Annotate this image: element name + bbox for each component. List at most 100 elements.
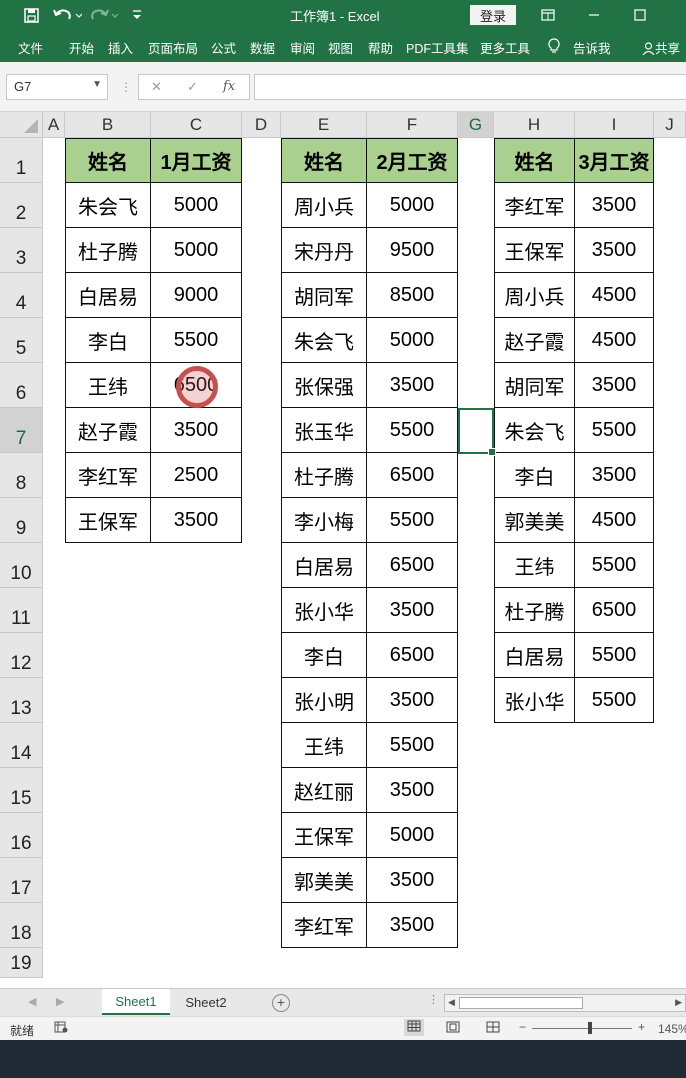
feb-value-cell[interactable]: 5500: [367, 408, 458, 453]
tab-help[interactable]: 帮助: [368, 38, 393, 57]
mar-value-cell[interactable]: 4500: [575, 318, 654, 363]
column-header-g[interactable]: G: [458, 112, 494, 138]
column-header-h[interactable]: H: [494, 112, 575, 138]
page-break-view-icon[interactable]: [486, 1021, 500, 1036]
feb-value-cell[interactable]: 8500: [367, 273, 458, 318]
tab-insert[interactable]: 插入: [108, 38, 133, 57]
zoom-slider[interactable]: [532, 1028, 632, 1029]
feb-value-cell[interactable]: 3500: [367, 678, 458, 723]
add-sheet-icon[interactable]: +: [272, 994, 290, 1012]
mar-name-cell[interactable]: 李红军: [494, 183, 575, 228]
redo-icon[interactable]: [88, 4, 122, 26]
login-button[interactable]: 登录: [470, 5, 516, 25]
row-header-2[interactable]: 2: [0, 183, 43, 228]
row-header-5[interactable]: 5: [0, 318, 43, 363]
jan-value-cell[interactable]: 5500: [151, 318, 242, 363]
feb-name-cell[interactable]: 张小明: [281, 678, 367, 723]
mar-name-cell[interactable]: 周小兵: [494, 273, 575, 318]
mar-name-cell[interactable]: 白居易: [494, 633, 575, 678]
jan-value-cell[interactable]: 5000: [151, 183, 242, 228]
row-header-8[interactable]: 8: [0, 453, 43, 498]
feb-name-cell[interactable]: 赵红丽: [281, 768, 367, 813]
tab-review[interactable]: 审阅: [290, 38, 315, 57]
jan-value-cell[interactable]: 9000: [151, 273, 242, 318]
lightbulb-icon[interactable]: [548, 38, 560, 56]
row-header-4[interactable]: 4: [0, 273, 43, 318]
mar-value-cell[interactable]: 3500: [575, 228, 654, 273]
jan-name-cell[interactable]: 李白: [65, 318, 151, 363]
share-button[interactable]: 共享: [642, 38, 680, 58]
mar-value-cell[interactable]: 6500: [575, 588, 654, 633]
worksheet-grid[interactable]: A B C D E F G H I J 1 2 3 4 5 6 7 8 9 10 11 12 13 14 15 16 17 18 19 姓…: [0, 112, 686, 988]
formula-input[interactable]: [254, 74, 686, 100]
feb-name-cell[interactable]: 李白: [281, 633, 367, 678]
feb-value-cell[interactable]: 6500: [367, 633, 458, 678]
feb-name-cell[interactable]: 周小兵: [281, 183, 367, 228]
jan-value-cell[interactable]: 2500: [151, 453, 242, 498]
mar-name-cell[interactable]: 赵子霞: [494, 318, 575, 363]
jan-value-cell[interactable]: 5000: [151, 228, 242, 273]
feb-value-cell[interactable]: 6500: [367, 453, 458, 498]
row-header-11[interactable]: 11: [0, 588, 43, 633]
feb-name-cell[interactable]: 胡同军: [281, 273, 367, 318]
feb-value-cell[interactable]: 5000: [367, 813, 458, 858]
row-header-15[interactable]: 15: [0, 768, 43, 813]
feb-name-cell[interactable]: 张保强: [281, 363, 367, 408]
mar-name-cell[interactable]: 胡同军: [494, 363, 575, 408]
sheet-tab-sheet2[interactable]: Sheet2: [172, 989, 240, 1015]
next-sheet-icon[interactable]: ▶: [56, 995, 64, 1008]
mar-value-header[interactable]: 3月工资: [575, 138, 654, 183]
scroll-left-icon[interactable]: ◀: [448, 997, 455, 1008]
customize-toolbar-icon[interactable]: [128, 4, 146, 26]
tab-splitter-icon[interactable]: ⋮: [428, 993, 439, 1006]
jan-name-cell[interactable]: 王纬: [65, 363, 151, 408]
save-icon[interactable]: [20, 4, 42, 26]
row-header-13[interactable]: 13: [0, 678, 43, 723]
feb-name-cell[interactable]: 李小梅: [281, 498, 367, 543]
row-header-16[interactable]: 16: [0, 813, 43, 858]
horizontal-scrollbar[interactable]: ◀ ▶: [444, 994, 686, 1012]
prev-sheet-icon[interactable]: ◀: [28, 995, 36, 1008]
zoom-in-button[interactable]: +: [638, 1020, 645, 1034]
feb-value-cell[interactable]: 3500: [367, 903, 458, 948]
macro-record-icon[interactable]: [54, 1021, 68, 1036]
enter-icon[interactable]: ✓: [187, 79, 198, 95]
mar-name-cell[interactable]: 杜子腾: [494, 588, 575, 633]
feb-value-cell[interactable]: 3500: [367, 768, 458, 813]
mar-value-cell[interactable]: 5500: [575, 543, 654, 588]
cancel-icon[interactable]: ✕: [151, 79, 162, 95]
mar-name-cell[interactable]: 郭美美: [494, 498, 575, 543]
minimize-icon[interactable]: [582, 4, 606, 26]
feb-name-cell[interactable]: 张玉华: [281, 408, 367, 453]
tab-formulas[interactable]: 公式: [211, 38, 236, 57]
feb-value-cell[interactable]: 5500: [367, 498, 458, 543]
jan-name-cell[interactable]: 杜子腾: [65, 228, 151, 273]
column-header-a[interactable]: A: [43, 112, 65, 138]
feb-name-cell[interactable]: 李红军: [281, 903, 367, 948]
chevron-down-icon[interactable]: ▼: [92, 79, 102, 90]
jan-name-cell[interactable]: 李红军: [65, 453, 151, 498]
tab-view[interactable]: 视图: [328, 38, 353, 57]
scroll-right-icon[interactable]: ▶: [675, 997, 682, 1008]
feb-name-cell[interactable]: 张小华: [281, 588, 367, 633]
insert-function-icon[interactable]: fx: [223, 79, 235, 94]
mar-value-cell[interactable]: 5500: [575, 633, 654, 678]
feb-value-cell[interactable]: 5000: [367, 183, 458, 228]
row-header-9[interactable]: 9: [0, 498, 43, 543]
row-header-6[interactable]: 6: [0, 363, 43, 408]
normal-view-icon[interactable]: [404, 1019, 424, 1036]
zoom-out-button[interactable]: −: [519, 1020, 526, 1034]
tab-home[interactable]: 开始: [69, 38, 94, 57]
mar-name-cell[interactable]: 朱会飞: [494, 408, 575, 453]
column-header-e[interactable]: E: [281, 112, 367, 138]
zoom-level[interactable]: 145%: [658, 1022, 686, 1036]
mar-name-header[interactable]: 姓名: [494, 138, 575, 183]
feb-name-cell[interactable]: 杜子腾: [281, 453, 367, 498]
feb-value-cell[interactable]: 6500: [367, 543, 458, 588]
row-header-3[interactable]: 3: [0, 228, 43, 273]
feb-name-cell[interactable]: 宋丹丹: [281, 228, 367, 273]
tab-data[interactable]: 数据: [250, 38, 275, 57]
mar-value-cell[interactable]: 4500: [575, 498, 654, 543]
feb-value-cell[interactable]: 5000: [367, 318, 458, 363]
tab-pdf-tools[interactable]: PDF工具集: [406, 38, 469, 57]
